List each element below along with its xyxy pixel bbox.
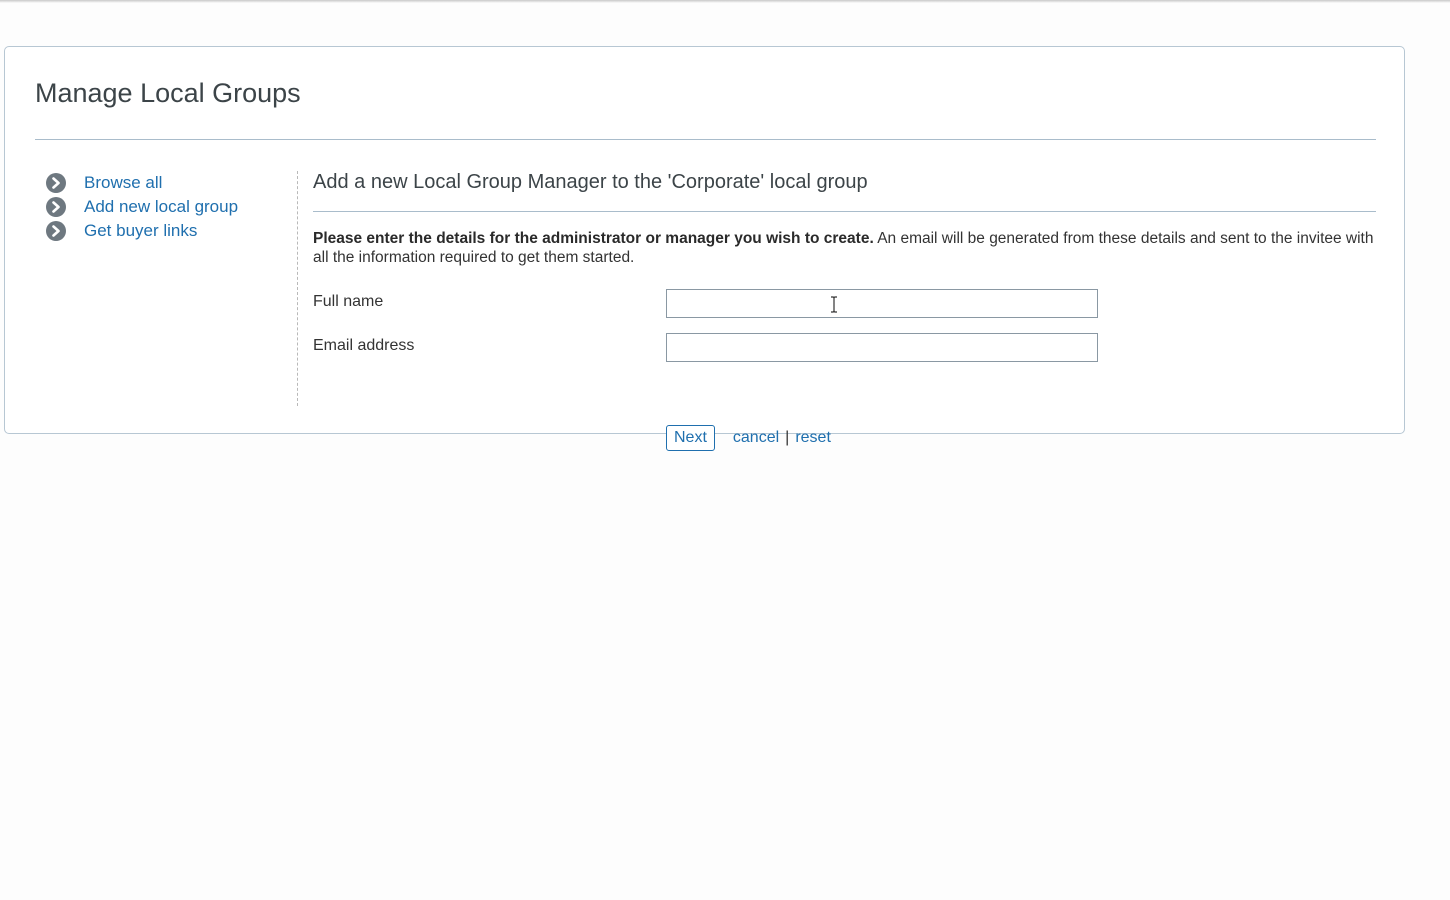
sidebar-item-add-new-local-group[interactable]: Add new local group	[45, 195, 285, 219]
text-cursor-icon	[831, 296, 837, 313]
full-name-label: Full name	[313, 293, 384, 310]
full-name-input[interactable]	[666, 289, 1098, 318]
section-title: Add a new Local Group Manager to the 'Co…	[313, 171, 868, 193]
actions-separator: |	[785, 429, 790, 446]
form-actions: Next cancel | reset	[666, 425, 831, 451]
page-title: Manage Local Groups	[35, 78, 301, 108]
sidebar-divider	[297, 171, 298, 406]
cancel-link[interactable]: cancel	[733, 429, 779, 447]
intro-bold-text: Please enter the details for the adminis…	[313, 230, 874, 247]
chevron-circle-right-icon	[46, 173, 66, 193]
chevron-circle-right-icon	[46, 221, 66, 241]
intro-text: Please enter the details for the adminis…	[313, 229, 1376, 267]
email-address-label: Email address	[313, 337, 415, 354]
title-divider	[35, 139, 1376, 140]
sidebar-item-browse-all[interactable]: Browse all	[45, 171, 285, 195]
sidebar-item-get-buyer-links[interactable]: Get buyer links	[45, 219, 285, 243]
add-manager-form-section: Add a new Local Group Manager to the 'Co…	[313, 167, 1376, 451]
sidebar-item-label[interactable]: Browse all	[84, 173, 162, 193]
sidebar-nav: Browse all Add new local group Get buyer…	[45, 171, 285, 243]
chevron-circle-right-icon	[46, 197, 66, 217]
section-divider	[313, 211, 1376, 212]
reset-link[interactable]: reset	[795, 429, 831, 447]
sidebar-item-label[interactable]: Get buyer links	[84, 221, 197, 241]
sidebar-item-label[interactable]: Add new local group	[84, 197, 238, 217]
next-button[interactable]: Next	[666, 425, 715, 451]
manage-local-groups-panel: Manage Local Groups Browse all Add new l…	[4, 46, 1405, 451]
browser-top-edge	[0, 0, 1450, 3]
email-address-input[interactable]	[666, 333, 1098, 362]
